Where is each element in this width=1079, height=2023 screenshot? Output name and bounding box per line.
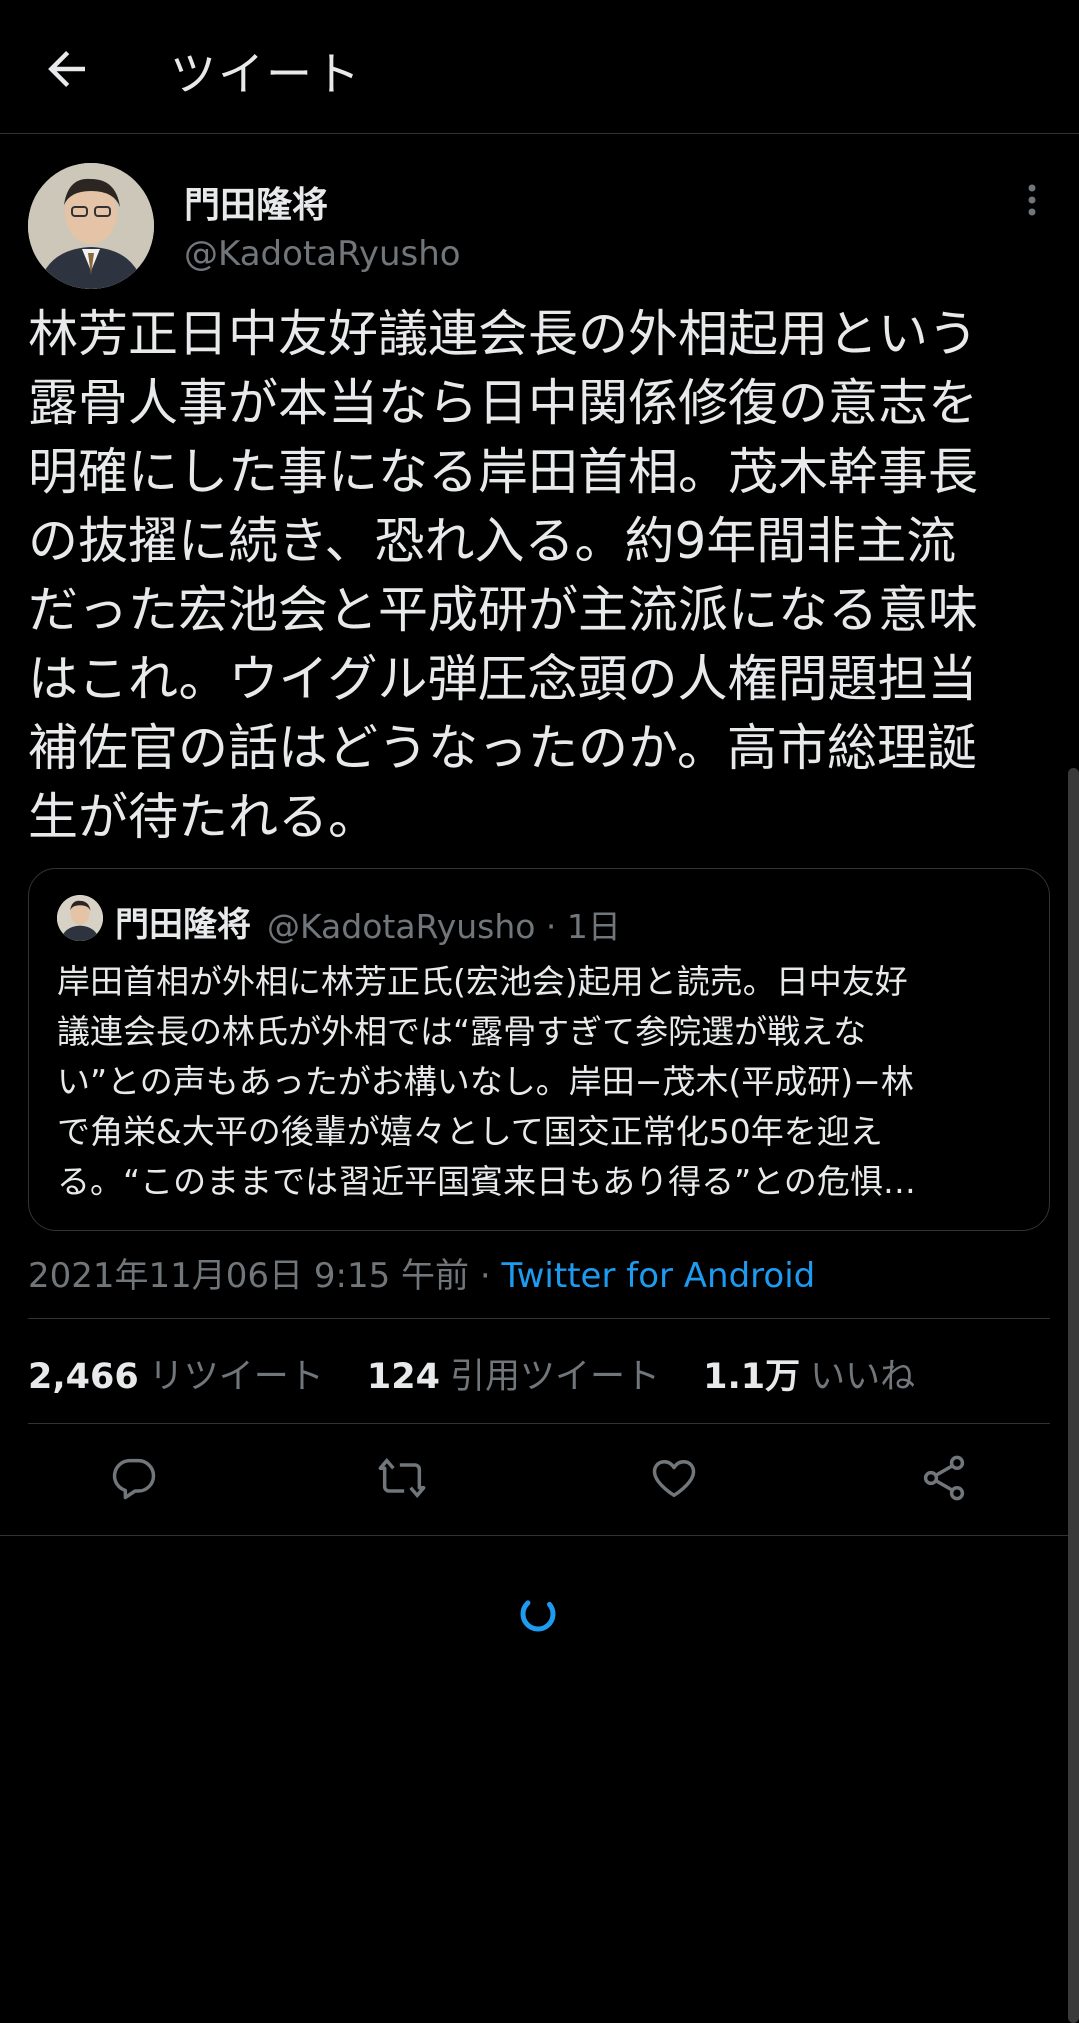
divider <box>28 1423 1050 1424</box>
likes-stat[interactable]: 1.1万 いいね <box>703 1357 947 1397</box>
top-bar: ツイート <box>0 0 1079 134</box>
more-options-button[interactable] <box>1016 180 1048 220</box>
source-link[interactable]: Twitter for Android <box>501 1256 815 1296</box>
arrow-left-icon <box>48 51 85 87</box>
quoted-author-name: 門田隆将 <box>115 905 251 945</box>
retweets-count: 2,466 <box>28 1357 139 1397</box>
divider <box>28 1318 1050 1319</box>
quoted-avatar <box>57 895 103 941</box>
retweet-button[interactable] <box>376 1452 428 1504</box>
retweets-stat[interactable]: 2,466 リツイート <box>28 1357 356 1397</box>
scrollbar[interactable] <box>1068 768 1079 2023</box>
likes-label: いいね <box>810 1357 916 1397</box>
avatar[interactable] <box>28 163 154 289</box>
share-icon <box>923 1455 965 1501</box>
tweet-text: 林芳正日中友好議連会長の外相起用という 露骨人事が本当なら日中関係修復の意志を … <box>28 305 978 846</box>
quoted-tweet[interactable]: 門田隆将 @KadotaRyusho · 1日 岸田首相が外相に林芳正氏(宏池会… <box>28 868 1050 1231</box>
reply-button[interactable] <box>108 1452 160 1504</box>
author-name[interactable]: 門田隆将 <box>184 176 328 228</box>
more-vertical-icon <box>1028 184 1036 216</box>
quotes-label: 引用ツイート <box>449 1357 660 1397</box>
retweets-label: リツイート <box>148 1357 324 1397</box>
timestamp-row: 2021年11月06日 9:15 午前 · Twitter for Androi… <box>28 1248 815 1297</box>
page-title: ツイート <box>170 47 362 101</box>
quoted-avatar-image <box>57 895 103 941</box>
reply-icon <box>112 1458 156 1500</box>
timestamp[interactable]: 2021年11月06日 9:15 午前 <box>28 1256 469 1296</box>
retweet-icon <box>378 1458 426 1498</box>
back-button[interactable] <box>40 42 94 96</box>
quotes-stat[interactable]: 124 引用ツイート <box>367 1357 692 1397</box>
loading-spinner-icon <box>516 1592 560 1636</box>
author-handle[interactable]: @KadotaRyusho <box>184 234 461 274</box>
separator-dot: · <box>479 1256 491 1296</box>
avatar-image <box>28 163 154 289</box>
divider <box>0 1535 1079 1536</box>
like-button[interactable] <box>648 1452 700 1504</box>
quoted-text: 岸田首相が外相に林芳正氏(宏池会)起用と読売。日中友好 議連会長の林氏が外相では… <box>57 962 916 1201</box>
share-button[interactable] <box>918 1452 970 1504</box>
stats-row: 2,466 リツイート 124 引用ツイート 1.1万 いいね <box>28 1348 947 1399</box>
quoted-meta: @KadotaRyusho · 1日 <box>267 907 621 946</box>
like-icon <box>652 1460 696 1498</box>
quotes-count: 124 <box>366 1357 440 1397</box>
likes-count: 1.1万 <box>703 1357 801 1397</box>
